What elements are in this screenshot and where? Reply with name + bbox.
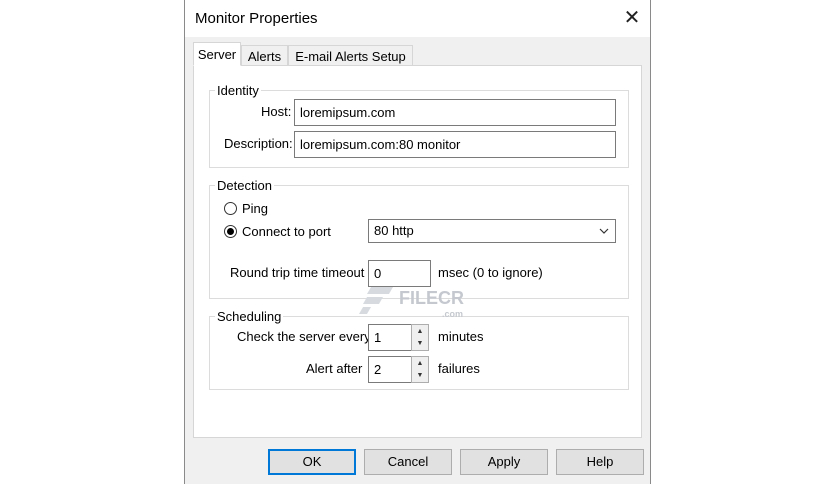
timeout-unit: msec (0 to ignore) [438,265,543,280]
apply-button[interactable]: Apply [460,449,548,475]
tab-alerts[interactable]: Alerts [241,45,288,66]
monitor-properties-dialog: Monitor Properties ✕ Server Alerts E-mai… [184,0,651,484]
identity-legend: Identity [215,83,261,98]
check-interval-unit: minutes [438,329,484,344]
watermark-suffix: .com [442,309,464,319]
host-label: Host: [261,104,292,119]
watermark-logo-icon [359,287,393,314]
port-select[interactable]: 80 http [368,219,616,243]
alert-after-unit: failures [438,361,480,376]
check-interval-input[interactable]: 1 [368,324,412,351]
spin-down-icon[interactable]: ▼ [412,337,428,350]
ping-label[interactable]: Ping [242,201,268,216]
cancel-button[interactable]: Cancel [364,449,452,475]
timeout-label: Round trip time timeout [230,265,365,280]
window-title: Monitor Properties [195,10,318,27]
tab-server[interactable]: Server [193,42,241,66]
check-interval-label: Check the server every [237,329,371,344]
scheduling-legend: Scheduling [215,309,284,324]
connect-to-port-radio[interactable] [224,225,237,238]
watermark-brand: FILECR [399,288,464,308]
detection-legend: Detection [215,178,274,193]
alert-after-spinner[interactable]: ▲ ▼ [411,356,429,383]
alert-after-input[interactable]: 2 [368,356,412,383]
tab-email-alerts-setup[interactable]: E-mail Alerts Setup [288,45,413,66]
check-interval-spinner[interactable]: ▲ ▼ [411,324,429,351]
ping-radio[interactable] [224,202,237,215]
chevron-down-icon [599,228,609,234]
ok-button[interactable]: OK [268,449,356,475]
description-input[interactable]: loremipsum.com:80 monitor [294,131,616,158]
close-icon[interactable]: ✕ [617,5,647,31]
server-tab-panel: Identity Host: loremipsum.com Descriptio… [193,65,642,438]
title-bar: Monitor Properties ✕ [185,0,650,37]
timeout-input[interactable]: 0 [368,260,431,287]
alert-after-label: Alert after [306,361,363,376]
description-label: Description: [224,136,293,151]
spin-down-icon[interactable]: ▼ [412,369,428,382]
help-button[interactable]: Help [556,449,644,475]
host-input[interactable]: loremipsum.com [294,99,616,126]
port-select-value: 80 http [374,223,414,238]
connect-to-port-label[interactable]: Connect to port [242,224,331,239]
